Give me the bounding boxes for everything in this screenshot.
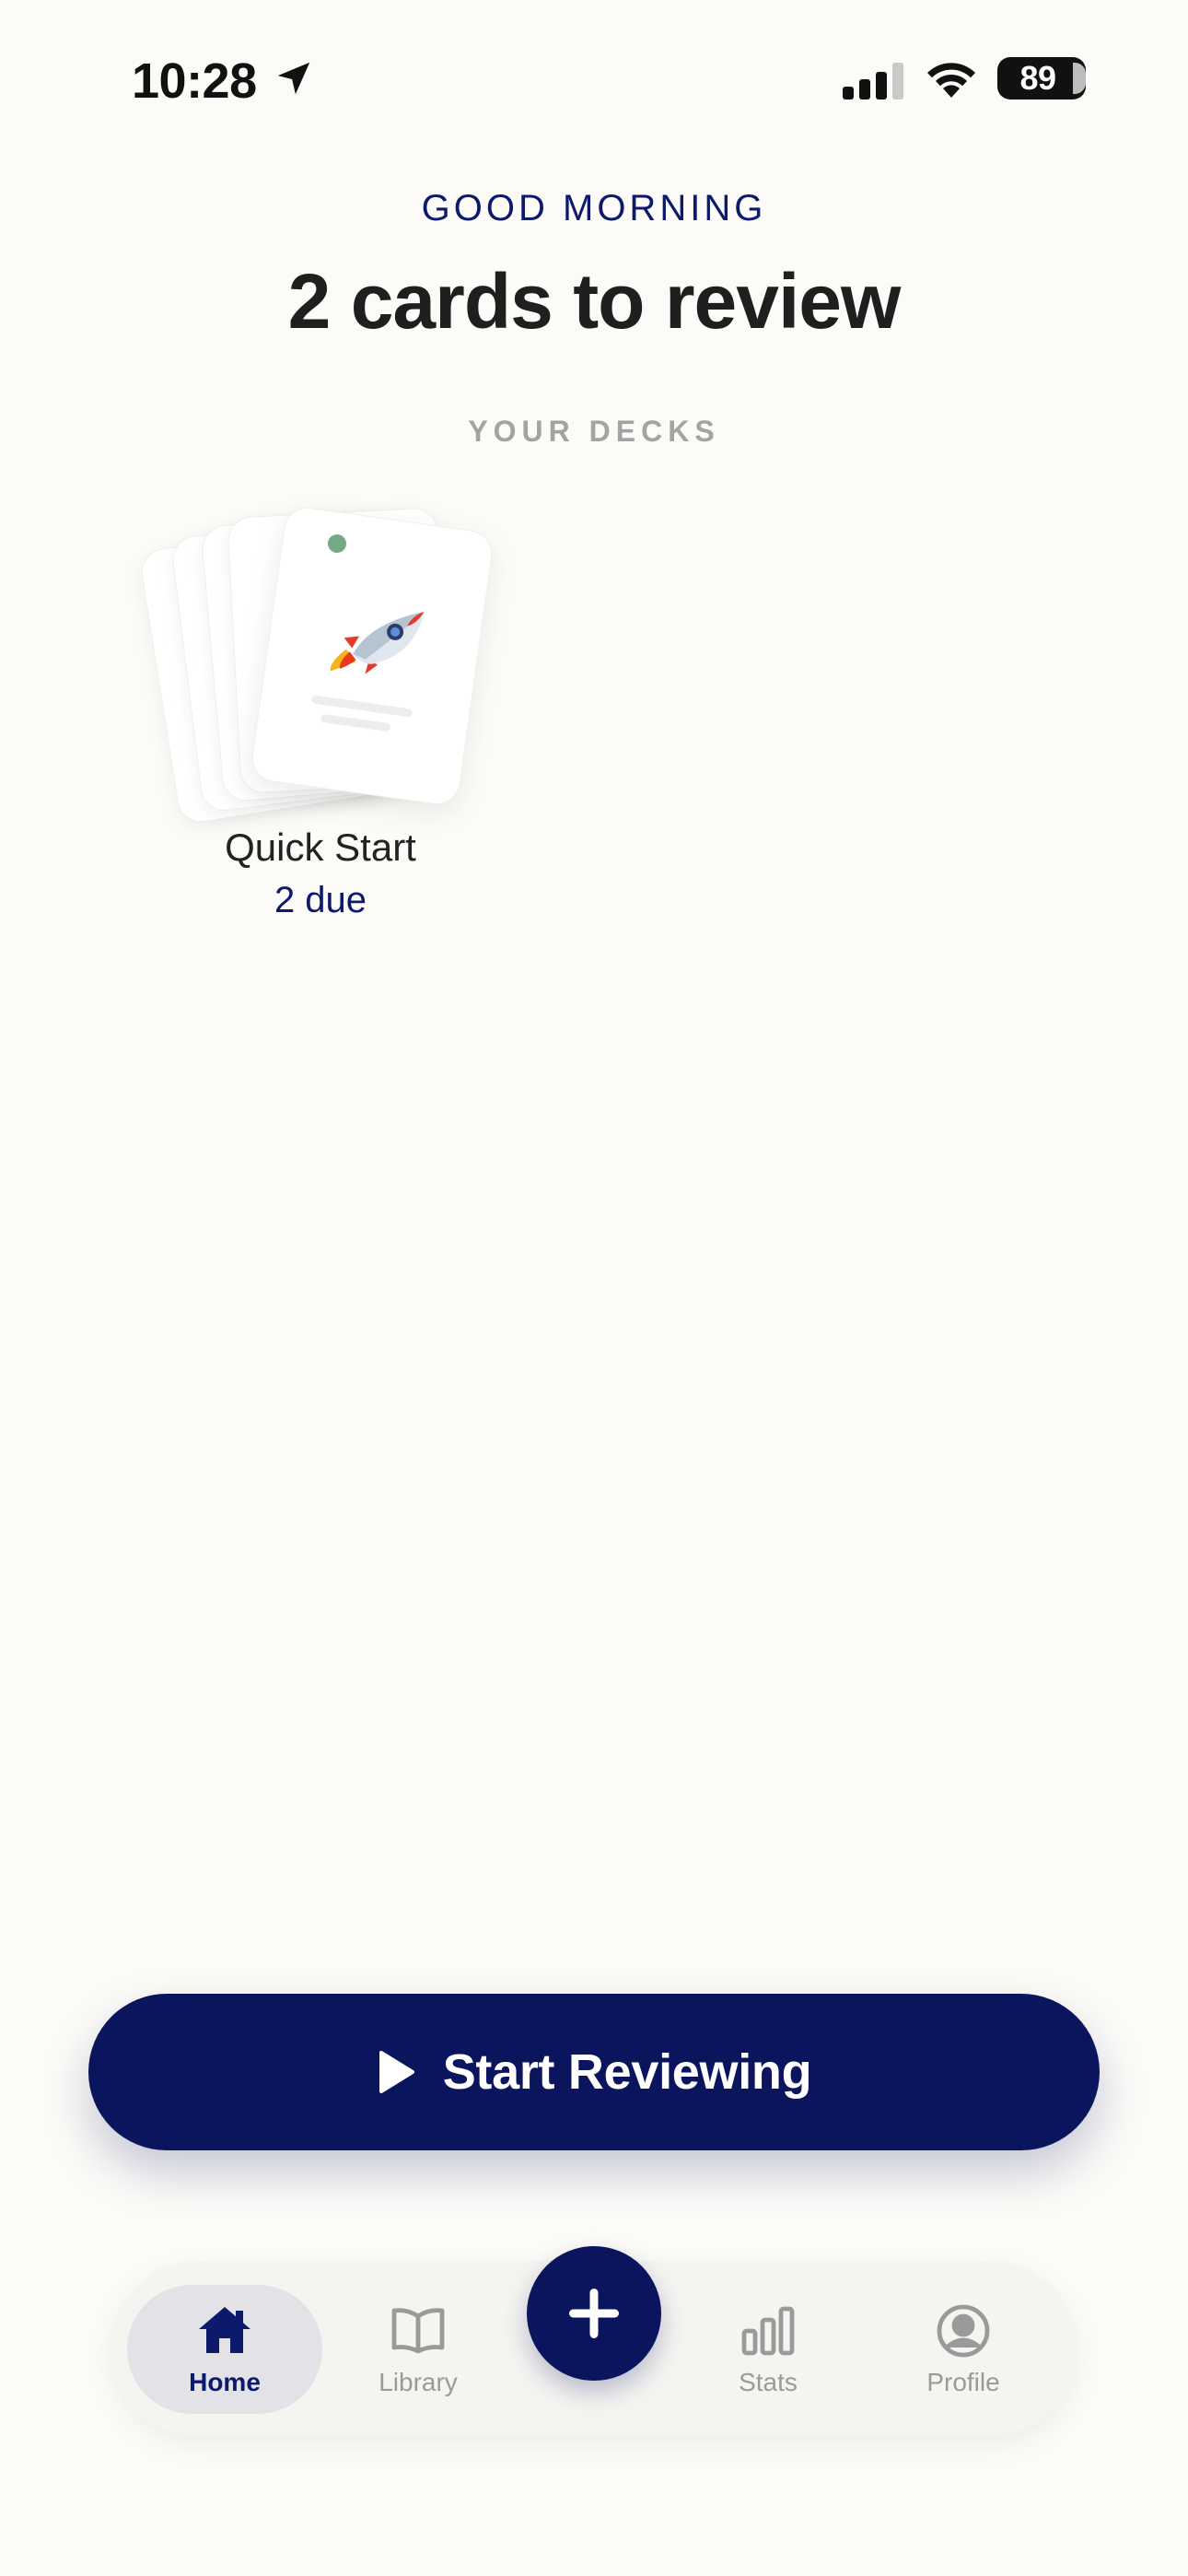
home-screen: 10:28 89 GOOD MORNING 2 cards to review … [0, 0, 1188, 2576]
bar-chart-icon [741, 2306, 795, 2356]
deck-card-stack [137, 498, 503, 825]
status-time: 10:28 [132, 53, 257, 109]
battery-level: 89 [1019, 59, 1056, 97]
wifi-icon [927, 63, 975, 98]
profile-icon [937, 2304, 990, 2358]
deck-due-count: 2 due [274, 880, 367, 920]
location-arrow-icon [277, 62, 310, 95]
page-title: 2 cards to review [287, 258, 902, 345]
tab-stats[interactable]: Stats [676, 2285, 860, 2414]
plus-icon [569, 2289, 619, 2338]
section-label-your-decks: YOUR DECKS [468, 415, 720, 448]
tab-stats-label: Stats [739, 2368, 798, 2396]
tab-library-label: Library [379, 2368, 458, 2396]
start-reviewing-label: Start Reviewing [442, 2044, 812, 2100]
home-icon [199, 2307, 250, 2353]
rocket-icon [330, 612, 425, 674]
cellular-signal-icon [843, 63, 903, 100]
tab-profile[interactable]: Profile [871, 2285, 1055, 2414]
deck-tile-quick-start[interactable]: Quick Start 2 due [137, 498, 503, 931]
tab-home[interactable]: Home [127, 2285, 322, 2414]
tab-profile-label: Profile [926, 2368, 1000, 2396]
greeting: GOOD MORNING [421, 188, 767, 228]
start-reviewing-button[interactable]: Start Reviewing [88, 1994, 1100, 2150]
play-icon [379, 2051, 414, 2093]
deck-name: Quick Start [225, 825, 416, 869]
tab-home-label: Home [189, 2368, 261, 2396]
add-button[interactable] [527, 2246, 661, 2381]
tab-library[interactable]: Library [326, 2285, 510, 2414]
book-icon [391, 2308, 445, 2354]
